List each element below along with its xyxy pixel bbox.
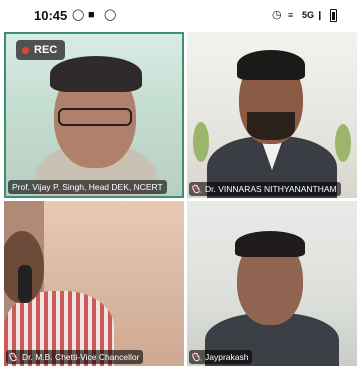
participant-name: Prof. Vijay P. Singh, Head DEK, NCERT — [8, 180, 167, 194]
whatsapp-icon: ◯ — [72, 9, 85, 21]
participant-tile[interactable]: Jayprakash — [187, 201, 357, 366]
signal-bars-icon: ❙ — [316, 10, 324, 20]
plant-decor — [335, 124, 351, 162]
signal-5g-icon: 5G — [302, 10, 315, 20]
glasses — [58, 108, 132, 126]
participant-hair — [50, 56, 142, 92]
wifi-icon: ≡ — [288, 10, 294, 20]
participant-tile[interactable]: Dr. M.B. Chetti-Vice Chancellor — [4, 201, 184, 366]
alarm-icon: ◷ — [272, 9, 282, 21]
plant-decor — [193, 122, 209, 162]
status-time: 10:45 — [34, 8, 68, 23]
whatsapp-icon: ◯ — [104, 9, 117, 21]
video-grid: REC Prof. Vijay P. Singh, Head DEK, NCER… — [0, 32, 360, 366]
participant-tile[interactable]: REC Prof. Vijay P. Singh, Head DEK, NCER… — [4, 32, 184, 198]
video-camera-icon: ■ — [88, 9, 95, 21]
beard — [247, 112, 295, 140]
participant-name: Dr. M.B. Chetti-Vice Chancellor — [22, 352, 140, 362]
recording-badge: REC — [16, 40, 66, 60]
participant-tile[interactable]: Dr. VINNARAS NITHYANANTHAM — [187, 32, 357, 198]
participant-name-label: Dr. VINNARAS NITHYANANTHAM — [189, 182, 341, 196]
record-dot-icon — [22, 46, 29, 54]
battery-icon — [330, 9, 337, 22]
recording-label: REC — [34, 44, 58, 56]
phone — [18, 265, 32, 303]
participant-name: Dr. VINNARAS NITHYANANTHAM — [205, 184, 337, 194]
participant-hair — [237, 50, 305, 80]
participant-hair — [235, 231, 305, 257]
participant-name-label: Jayprakash — [189, 350, 253, 364]
status-bar: 10:45 ◯ ■ ◯ ◷ ≡ 5G ❙ — [0, 0, 360, 32]
participant-name: Jayprakash — [205, 352, 249, 362]
participant-name-label: Dr. M.B. Chetti-Vice Chancellor — [6, 350, 144, 364]
